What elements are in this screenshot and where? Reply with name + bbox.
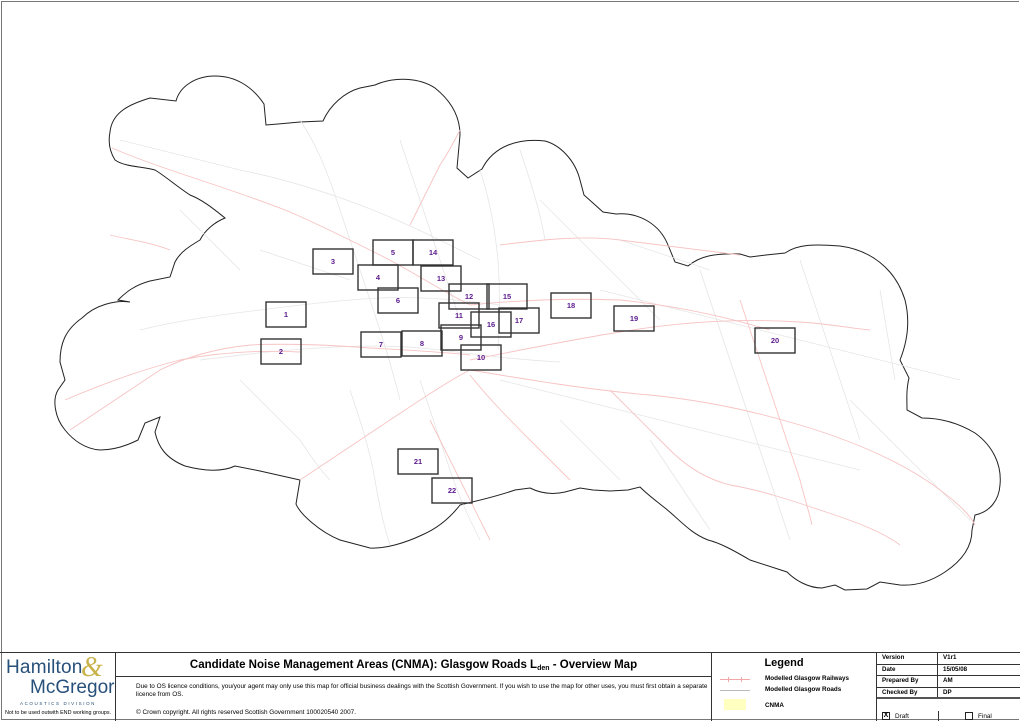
status-draft[interactable]: X Draft xyxy=(882,712,909,720)
cnma-label: 18 xyxy=(567,301,575,310)
map-title-text: Candidate Noise Management Areas (CNMA):… xyxy=(189,659,538,671)
cnma-label: 14 xyxy=(429,248,438,257)
info-key: Checked By xyxy=(877,687,938,697)
info-value: AM xyxy=(943,677,953,684)
railway-line-icon xyxy=(720,674,750,684)
cnma-label: 1 xyxy=(284,310,288,319)
cnma-label: 17 xyxy=(515,316,523,325)
licence-notes: Due to OS licence conditions, you/your a… xyxy=(116,677,712,721)
info-value: 15/05/08 xyxy=(943,665,968,673)
cnma-label: 21 xyxy=(414,457,422,466)
company-logo: Hamilton & McGregor ACOUSTICS DIVISION N… xyxy=(0,652,116,721)
info-row-version: Version V1r1 xyxy=(877,653,1020,665)
legend-title: Legend xyxy=(764,657,804,669)
status-final[interactable]: Final xyxy=(965,712,992,720)
legend-label: CNMA xyxy=(765,702,784,709)
legend-item-railways: Modelled Glasgow Railways xyxy=(720,674,875,684)
divider xyxy=(938,711,939,721)
legend-item-roads: Modelled Glasgow Roads xyxy=(720,685,875,695)
checkbox-unchecked-icon[interactable] xyxy=(965,712,973,720)
cnma-label: 15 xyxy=(503,292,511,301)
document-info: Version V1r1 Date 15/05/08 Prepared By A… xyxy=(877,653,1020,721)
cnma-label: 9 xyxy=(459,333,463,342)
status-label: Draft xyxy=(895,712,909,720)
cnma-label: 11 xyxy=(455,311,463,320)
info-row-prepared-by: Prepared By AM xyxy=(877,676,1020,688)
cnma-label: 2 xyxy=(279,347,283,356)
legend-item-cnma: CNMA xyxy=(720,699,875,711)
logo-division: ACOUSTICS DIVISION xyxy=(19,701,97,706)
info-key: Prepared By xyxy=(877,676,938,687)
cnma-label: 20 xyxy=(771,336,779,345)
info-value: DP xyxy=(943,688,952,696)
info-row-date: Date 15/05/08 xyxy=(877,664,1020,676)
info-key: Version xyxy=(877,653,938,664)
licence-text: Due to OS licence conditions, you/your a… xyxy=(136,683,708,699)
cnma-label: 7 xyxy=(379,340,383,349)
map-title-subscript: den xyxy=(537,665,550,672)
info-row-checked-by: Checked By DP xyxy=(877,687,1020,699)
title-block: Hamilton & McGregor ACOUSTICS DIVISION N… xyxy=(0,652,1020,721)
cnma-swatch-icon xyxy=(724,699,746,710)
road-line-icon xyxy=(720,685,750,695)
info-key: Date xyxy=(877,664,938,675)
legend-label: Modelled Glasgow Roads xyxy=(765,686,842,693)
cnma-label: 6 xyxy=(396,296,400,305)
cnma-label: 22 xyxy=(448,486,456,495)
status-row: X Draft Final xyxy=(877,711,1020,721)
cnma-label: 12 xyxy=(465,292,473,301)
cnma-label: 5 xyxy=(391,248,395,257)
legend-label: Modelled Glasgow Railways xyxy=(765,675,849,682)
cnma-label: 19 xyxy=(630,314,638,323)
overview-map[interactable]: 1234567 8910111213141516 171819202122 xyxy=(0,0,1020,652)
cnma-label: 8 xyxy=(420,339,424,348)
cnma-label: 3 xyxy=(331,257,335,266)
cnma-label: 10 xyxy=(477,353,485,362)
cnma-label: 13 xyxy=(437,274,445,283)
map-title-suffix: - Overview Map xyxy=(549,659,638,671)
logo-text-hamilton: Hamilton xyxy=(6,657,83,678)
map-area[interactable]: 1 2 3 4 5 6 7 8 9 10 11 12 13 14 15 16 17 18 19 20 21 22 xyxy=(0,0,1020,652)
checkbox-checked-icon[interactable]: X xyxy=(882,712,890,720)
legend: Legend Modelled Glasgow Railways Modelle… xyxy=(712,653,877,721)
status-label: Final xyxy=(978,712,992,720)
map-title: Candidate Noise Management Areas (CNMA):… xyxy=(116,653,712,677)
cnma-label: 16 xyxy=(487,320,495,329)
info-value: V1r1 xyxy=(943,654,957,661)
usage-note: Not to be used outwith END working group… xyxy=(4,710,112,716)
copyright-text: © Crown copyright. All rights reserved S… xyxy=(136,709,356,716)
logo-text-mcgregor: McGregor xyxy=(30,677,115,698)
